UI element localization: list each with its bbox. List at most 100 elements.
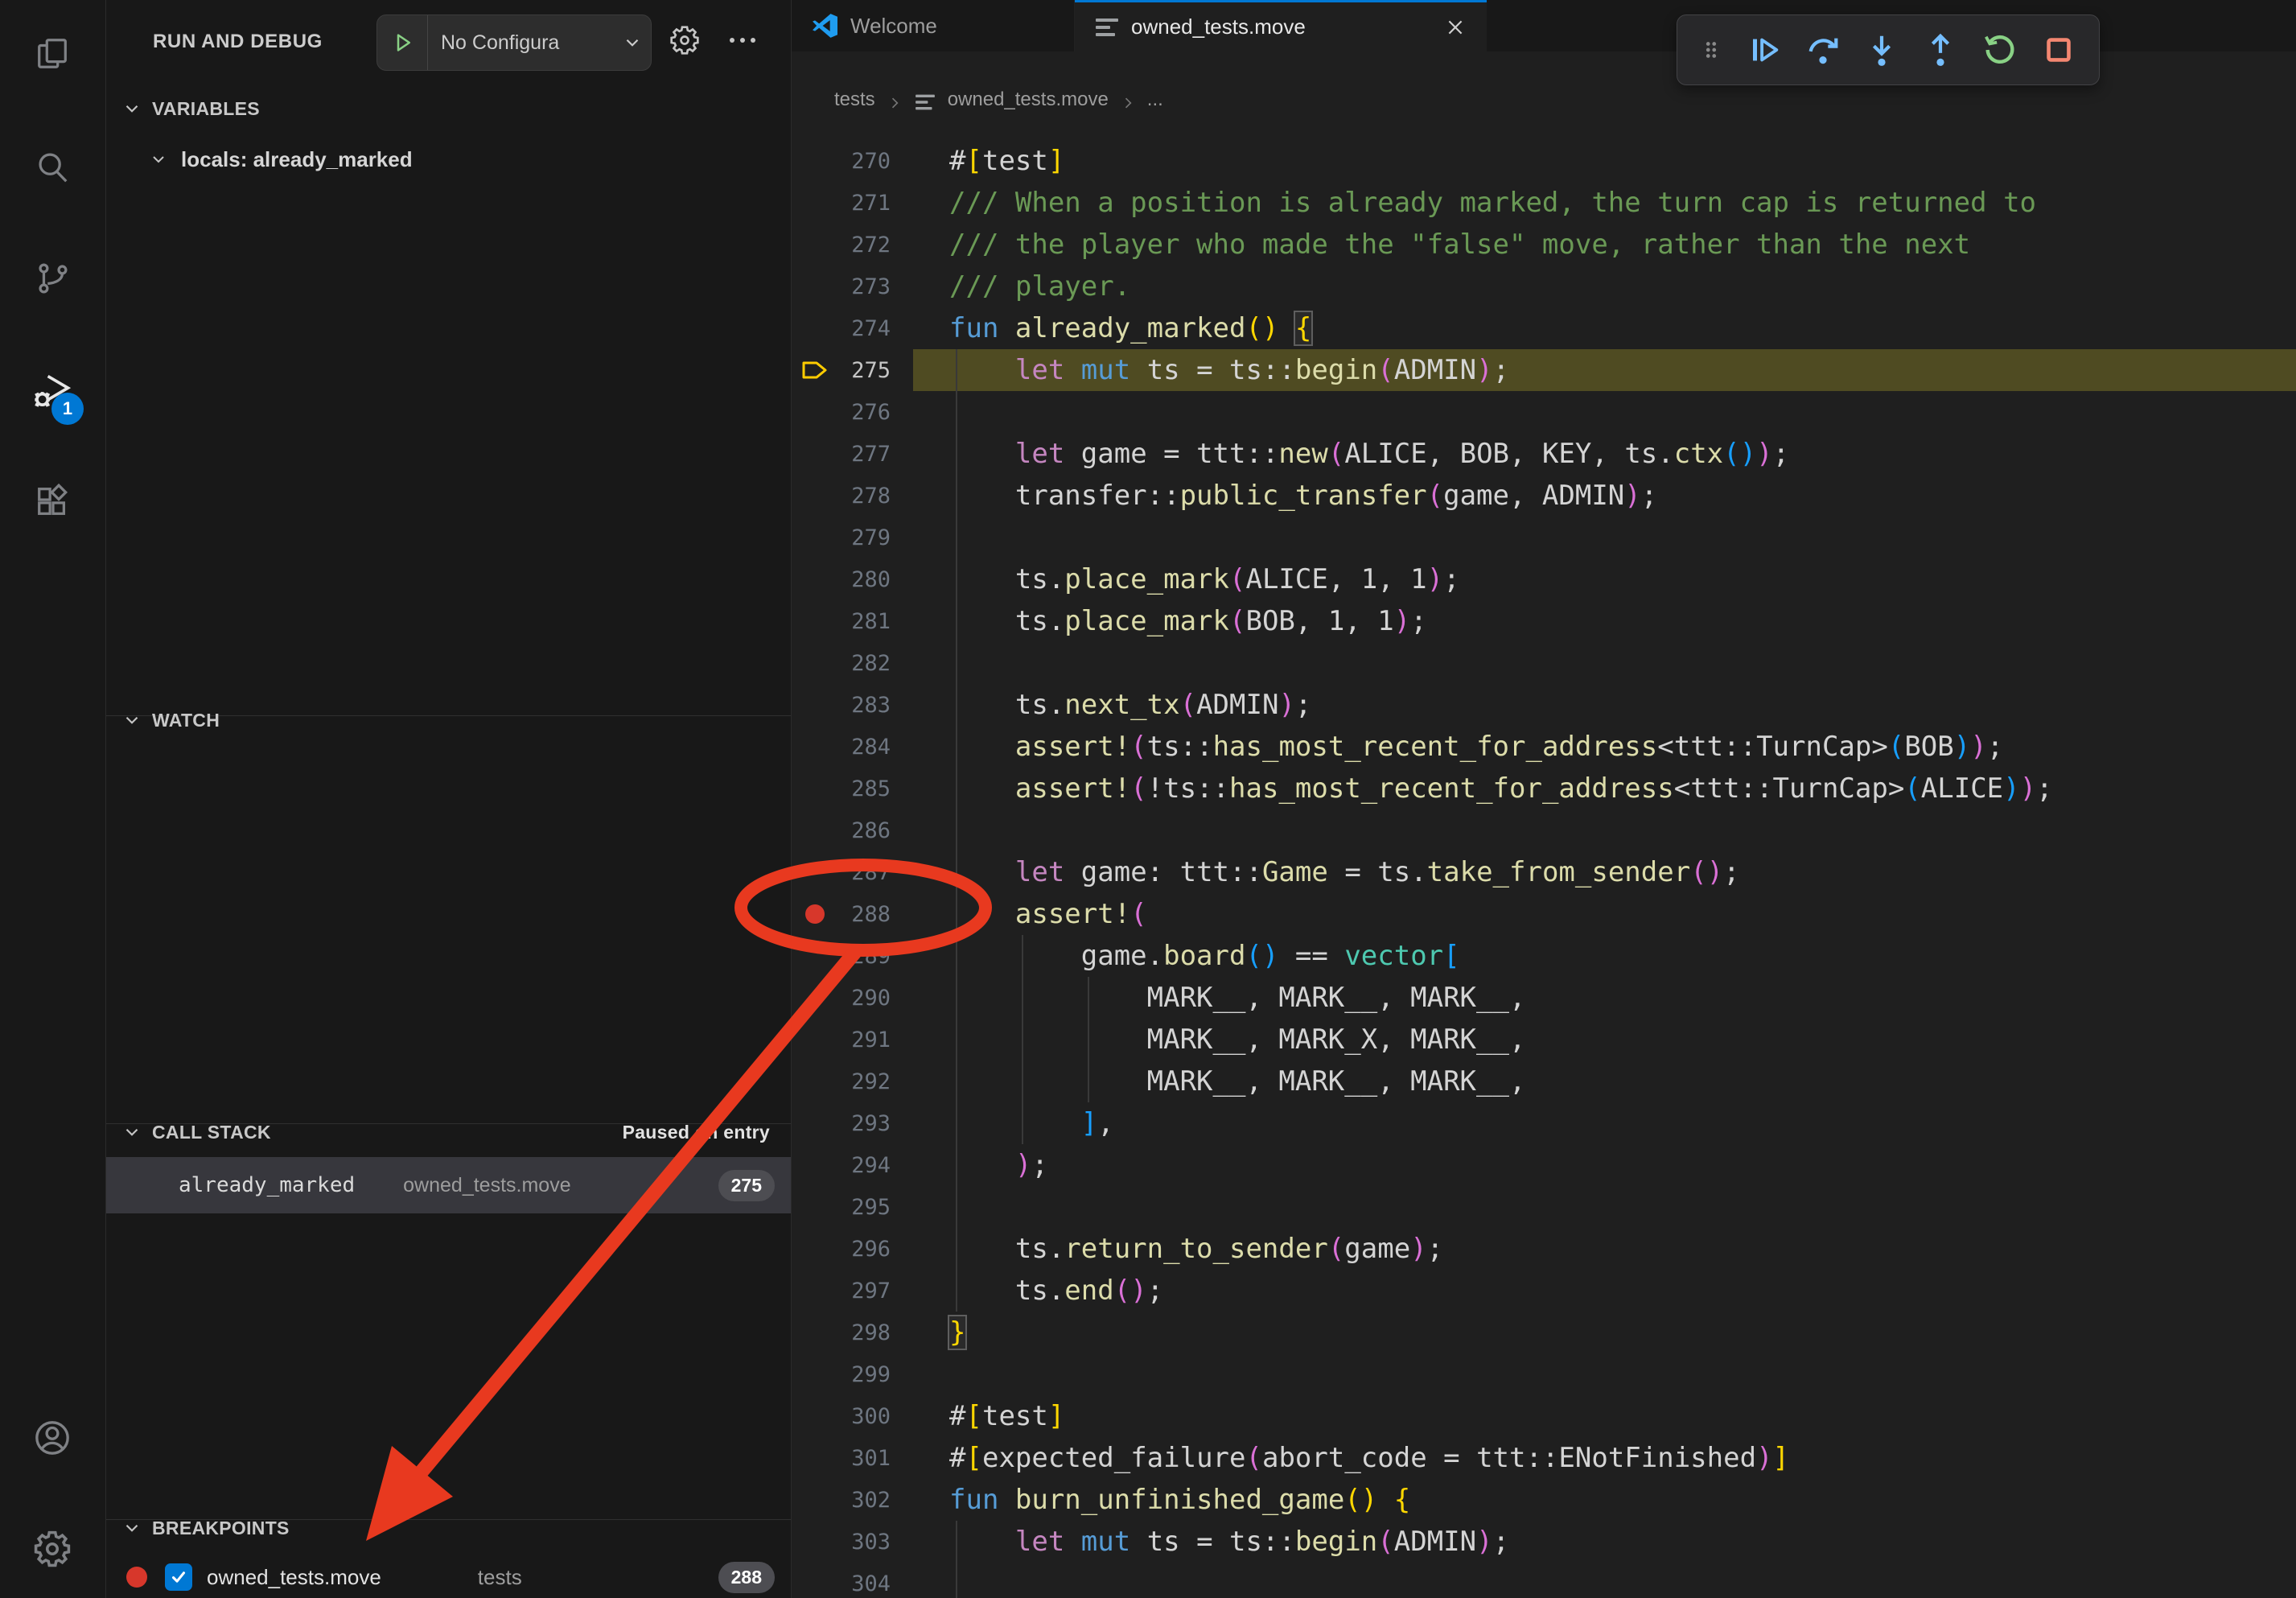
line-number[interactable]: 303 bbox=[839, 1530, 891, 1555]
gutter[interactable] bbox=[791, 433, 839, 475]
more-actions-icon[interactable] bbox=[726, 34, 759, 47]
line-number[interactable]: 275 bbox=[839, 358, 891, 383]
gutter[interactable] bbox=[791, 1061, 839, 1102]
gutter[interactable] bbox=[791, 726, 839, 768]
breadcrumb-item[interactable]: tests bbox=[834, 89, 875, 111]
restart-icon[interactable] bbox=[1981, 31, 2018, 68]
gutter[interactable] bbox=[791, 1102, 839, 1144]
line-number[interactable]: 282 bbox=[839, 651, 891, 676]
explorer-icon[interactable] bbox=[0, 35, 105, 72]
line-number[interactable]: 280 bbox=[839, 567, 891, 592]
gutter[interactable] bbox=[791, 182, 839, 224]
line-number[interactable]: 298 bbox=[839, 1320, 891, 1345]
line-number[interactable]: 286 bbox=[839, 818, 891, 843]
run-and-debug-icon[interactable]: 1 bbox=[0, 370, 105, 412]
toolbar-drag-grip[interactable] bbox=[1699, 36, 1723, 64]
line-number[interactable]: 277 bbox=[839, 442, 891, 467]
gutter[interactable] bbox=[791, 1019, 839, 1061]
search-icon[interactable] bbox=[0, 150, 105, 187]
line-number[interactable]: 284 bbox=[839, 735, 891, 760]
source-control-icon[interactable] bbox=[0, 260, 105, 297]
line-number[interactable]: 293 bbox=[839, 1111, 891, 1136]
line-number[interactable]: 279 bbox=[839, 525, 891, 550]
line-number[interactable]: 271 bbox=[839, 191, 891, 216]
gutter[interactable] bbox=[791, 517, 839, 558]
debug-config-dropdown[interactable]: No Configura bbox=[376, 14, 652, 71]
gutter[interactable] bbox=[791, 1521, 839, 1563]
line-number[interactable]: 272 bbox=[839, 233, 891, 257]
line-number[interactable]: 294 bbox=[839, 1153, 891, 1178]
gutter[interactable] bbox=[791, 851, 839, 893]
line-number[interactable]: 281 bbox=[839, 609, 891, 634]
call-stack-frame[interactable]: already_marked owned_tests.move 275 bbox=[105, 1157, 791, 1213]
extensions-icon[interactable] bbox=[0, 483, 105, 520]
gutter[interactable] bbox=[791, 1186, 839, 1228]
gutter[interactable] bbox=[791, 809, 839, 851]
breadcrumb-item[interactable]: ... bbox=[1147, 89, 1163, 111]
step-into-icon[interactable] bbox=[1863, 31, 1900, 68]
line-number[interactable]: 300 bbox=[839, 1404, 891, 1429]
step-out-icon[interactable] bbox=[1922, 31, 1959, 68]
tab-welcome[interactable]: Welcome bbox=[791, 0, 1075, 51]
section-breakpoints[interactable]: BREAKPOINTS bbox=[105, 1509, 791, 1547]
continue-icon[interactable] bbox=[1746, 31, 1783, 68]
gutter[interactable] bbox=[791, 935, 839, 977]
code-editor[interactable]: 270#[test]271/// When a position is alre… bbox=[791, 129, 2296, 1598]
gutter[interactable] bbox=[791, 768, 839, 809]
debug-current-line-icon[interactable] bbox=[791, 349, 839, 391]
stop-icon[interactable] bbox=[2040, 31, 2077, 68]
gutter[interactable] bbox=[791, 684, 839, 726]
gutter[interactable] bbox=[791, 1270, 839, 1312]
line-number[interactable]: 289 bbox=[839, 944, 891, 969]
line-number[interactable]: 270 bbox=[839, 149, 891, 174]
gutter[interactable] bbox=[791, 1479, 839, 1521]
gutter[interactable] bbox=[791, 140, 839, 182]
variables-scope-locals[interactable]: locals: already_marked bbox=[105, 138, 791, 180]
section-variables[interactable]: VARIABLES bbox=[105, 90, 791, 127]
line-number[interactable]: 297 bbox=[839, 1279, 891, 1304]
gutter[interactable] bbox=[791, 1228, 839, 1270]
settings-gear-icon[interactable] bbox=[0, 1529, 105, 1569]
gutter[interactable] bbox=[791, 558, 839, 600]
gutter[interactable] bbox=[791, 977, 839, 1019]
line-number[interactable]: 274 bbox=[839, 316, 891, 341]
tab-owned-tests-move[interactable]: owned_tests.move bbox=[1075, 0, 1487, 51]
gutter[interactable] bbox=[791, 1312, 839, 1353]
gutter[interactable] bbox=[791, 600, 839, 642]
breadcrumb-item[interactable]: owned_tests.move bbox=[948, 89, 1109, 111]
line-number[interactable]: 288 bbox=[839, 902, 891, 927]
line-number[interactable]: 283 bbox=[839, 693, 891, 718]
line-number[interactable]: 292 bbox=[839, 1069, 891, 1094]
section-call-stack[interactable]: CALL STACK Paused on entry bbox=[105, 1114, 791, 1151]
gutter[interactable] bbox=[791, 307, 839, 349]
close-icon[interactable] bbox=[1445, 17, 1466, 38]
line-number[interactable]: 273 bbox=[839, 274, 891, 299]
breakpoint-list-item[interactable]: owned_tests.move tests 288 bbox=[105, 1555, 791, 1598]
line-number[interactable]: 304 bbox=[839, 1571, 891, 1596]
gutter[interactable] bbox=[791, 224, 839, 266]
line-number[interactable]: 290 bbox=[839, 986, 891, 1011]
gutter[interactable] bbox=[791, 1353, 839, 1395]
line-number[interactable]: 276 bbox=[839, 400, 891, 425]
gutter[interactable] bbox=[791, 391, 839, 433]
line-number[interactable]: 291 bbox=[839, 1028, 891, 1052]
breakpoint-checkbox[interactable] bbox=[165, 1563, 192, 1591]
account-icon[interactable] bbox=[0, 1418, 105, 1458]
gutter[interactable] bbox=[791, 475, 839, 517]
line-number[interactable]: 301 bbox=[839, 1446, 891, 1471]
gutter[interactable] bbox=[791, 1437, 839, 1479]
gutter[interactable] bbox=[791, 266, 839, 307]
line-number[interactable]: 295 bbox=[839, 1195, 891, 1220]
line-number[interactable]: 299 bbox=[839, 1362, 891, 1387]
line-number[interactable]: 302 bbox=[839, 1488, 891, 1513]
gutter[interactable] bbox=[791, 642, 839, 684]
gutter[interactable] bbox=[791, 1144, 839, 1186]
line-number[interactable]: 278 bbox=[839, 484, 891, 509]
start-debug-icon[interactable] bbox=[377, 31, 427, 55]
line-number[interactable]: 296 bbox=[839, 1237, 891, 1262]
step-over-icon[interactable] bbox=[1804, 31, 1841, 68]
line-number[interactable]: 285 bbox=[839, 776, 891, 801]
breakpoint-dot-icon[interactable] bbox=[791, 893, 839, 935]
section-watch[interactable]: WATCH bbox=[105, 702, 791, 739]
gutter[interactable] bbox=[791, 1395, 839, 1437]
